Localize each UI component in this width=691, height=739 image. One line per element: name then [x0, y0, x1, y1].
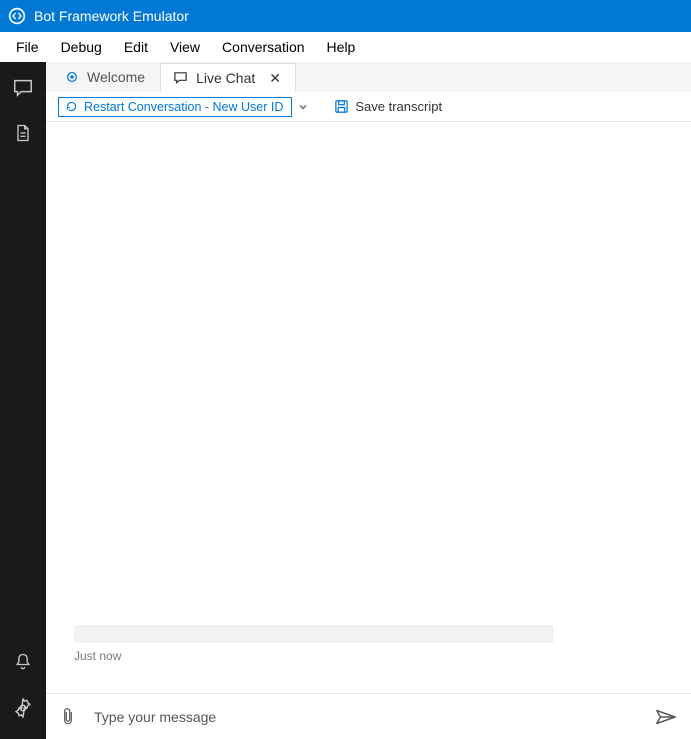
restart-dropdown-caret[interactable]: [292, 102, 312, 112]
menu-file[interactable]: File: [6, 35, 49, 59]
toolbar: Restart Conversation - New User ID Sa: [46, 92, 691, 122]
message-input-bar: [46, 693, 691, 739]
save-icon: [334, 99, 349, 114]
save-transcript-label: Save transcript: [355, 99, 442, 114]
chat-area: Just now: [46, 122, 691, 693]
send-icon[interactable]: [655, 707, 677, 727]
sidebar-bell-icon[interactable]: [0, 639, 46, 685]
menu-view[interactable]: View: [160, 35, 210, 59]
refresh-icon: [65, 100, 78, 113]
tab-livechat[interactable]: Live Chat ✕: [160, 63, 296, 92]
tab-livechat-label: Live Chat: [196, 70, 255, 86]
sidebar-chat-icon[interactable]: [0, 64, 46, 110]
app-title: Bot Framework Emulator: [34, 8, 189, 24]
app-logo-icon: [8, 7, 26, 25]
sidebar: [0, 62, 46, 739]
attach-icon[interactable]: [58, 706, 78, 728]
tab-bar: Welcome Live Chat ✕: [46, 62, 691, 92]
menu-edit[interactable]: Edit: [114, 35, 158, 59]
sidebar-document-icon[interactable]: [0, 110, 46, 156]
tab-close-icon[interactable]: ✕: [269, 71, 281, 85]
restart-conversation-button[interactable]: Restart Conversation - New User ID: [58, 97, 292, 117]
menu-debug[interactable]: Debug: [51, 35, 112, 59]
menu-bar: File Debug Edit View Conversation Help: [0, 32, 691, 62]
message-timestamp: Just now: [74, 649, 671, 663]
menu-conversation[interactable]: Conversation: [212, 35, 315, 59]
tab-welcome-label: Welcome: [87, 69, 145, 85]
sidebar-settings-icon[interactable]: [0, 685, 46, 731]
menu-help[interactable]: Help: [317, 35, 366, 59]
message-placeholder: [74, 625, 554, 643]
title-bar: Bot Framework Emulator: [0, 0, 691, 32]
restart-group: Restart Conversation - New User ID: [58, 97, 312, 117]
chat-icon: [173, 70, 188, 85]
message-input[interactable]: [94, 709, 639, 725]
tab-welcome[interactable]: Welcome: [52, 62, 160, 91]
restart-label: Restart Conversation - New User ID: [84, 100, 283, 114]
home-icon: [65, 70, 79, 84]
save-transcript-button[interactable]: Save transcript: [334, 99, 442, 114]
